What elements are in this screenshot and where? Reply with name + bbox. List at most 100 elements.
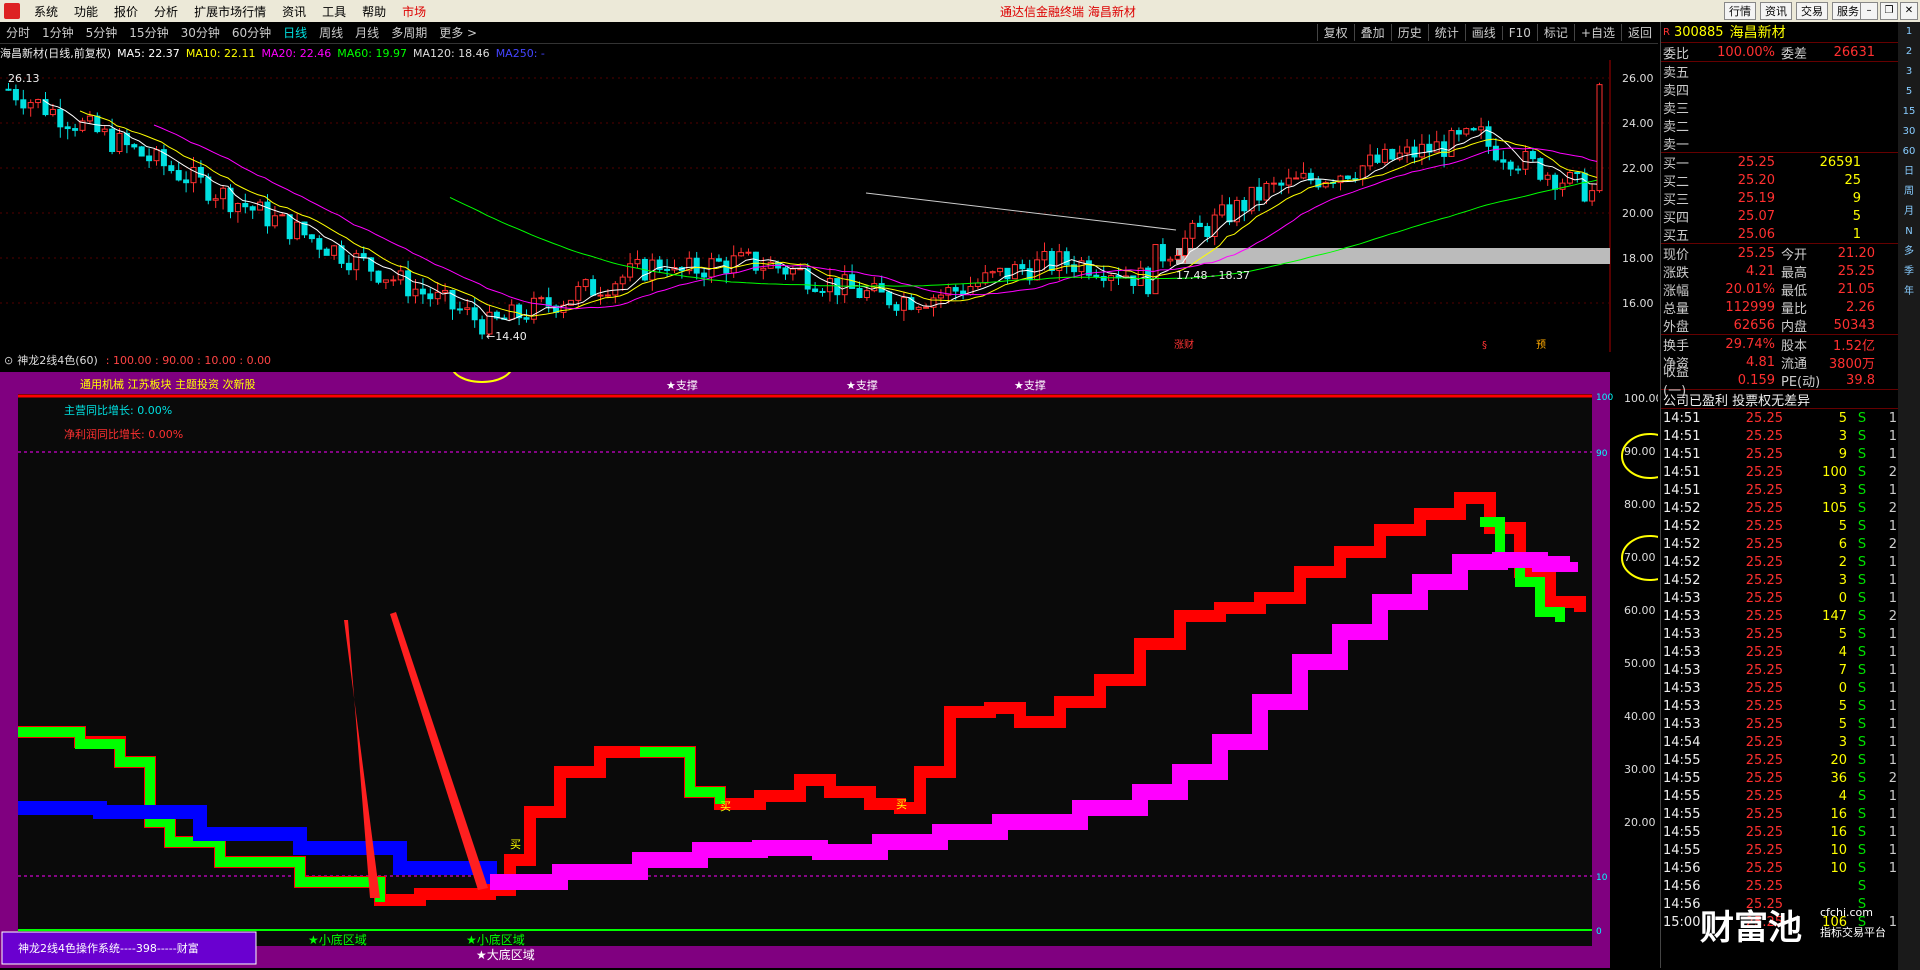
candle-body xyxy=(1189,222,1196,239)
menu-quote[interactable]: 报价 xyxy=(106,3,146,20)
growth-profit: 净利润同比增长: 0.00% xyxy=(64,427,183,441)
tick-cell: 14:52 xyxy=(1663,572,1701,588)
sell-label: 卖一 xyxy=(1663,137,1690,153)
side-icon[interactable]: 年 xyxy=(1901,284,1917,300)
tick-row: 14:52 25.25 6 S 2 xyxy=(1661,535,1920,553)
tick-cell: 25.25 xyxy=(1745,608,1783,624)
side-icon[interactable]: 季 xyxy=(1901,264,1917,280)
indicator-params: : 100.00 : 90.00 : 10.00 : 0.00 xyxy=(105,353,272,367)
period-more[interactable]: 更多 > xyxy=(433,24,483,41)
btn-jiaoyi[interactable]: 交易 xyxy=(1796,2,1828,20)
btn-tongji[interactable]: 统计 xyxy=(1427,24,1465,41)
side-icon[interactable]: 日 xyxy=(1901,164,1917,180)
support-label-3: ★支撑 xyxy=(1014,378,1046,392)
menu-system[interactable]: 系统 xyxy=(26,3,66,20)
tick-cell: 25.25 xyxy=(1745,806,1783,822)
side-icon[interactable]: 5 xyxy=(1901,84,1917,100)
collapse-icon[interactable]: ⊙ xyxy=(4,354,13,367)
tick-cell: S xyxy=(1857,590,1867,606)
tick-cell: 14:53 xyxy=(1663,662,1701,678)
close-icon[interactable]: ✕ xyxy=(1900,2,1918,20)
period-multi[interactable]: 多周期 xyxy=(385,24,433,41)
stat-label: 外盘 xyxy=(1663,319,1690,335)
kline-chart[interactable]: 26.00 24.00 22.00 20.00 18.00 16.00 26.13 ←14… xyxy=(0,60,1658,352)
tick-row: 14:51 25.25 3 S 1 xyxy=(1661,427,1920,445)
period-60min[interactable]: 60分钟 xyxy=(226,24,277,41)
app-logo xyxy=(4,3,20,19)
side-icon[interactable]: 周 xyxy=(1901,184,1917,200)
btn-hangqing[interactable]: 行情 xyxy=(1724,2,1756,20)
tick-row: 14:53 25.25 4 S 1 xyxy=(1661,643,1920,661)
period-30min[interactable]: 30分钟 xyxy=(175,24,226,41)
side-icon[interactable]: N xyxy=(1901,224,1917,240)
side-icon[interactable]: 多 xyxy=(1901,244,1917,260)
menu-help[interactable]: 帮助 xyxy=(354,3,394,20)
btn-diejia[interactable]: 叠加 xyxy=(1353,24,1391,41)
tick-row: 14:53 25.25 147 S 2 xyxy=(1661,607,1920,625)
stat-row: 现价 25.25 今开 21.20 xyxy=(1661,244,1920,263)
menu-news[interactable]: 资讯 xyxy=(274,3,314,20)
indicator-chart[interactable]: 100.00 90.00 80.00 70.00 60.00 50.00 40.00 30.0… xyxy=(0,372,1658,968)
minimize-icon[interactable]: – xyxy=(1860,2,1878,20)
period-1min[interactable]: 1分钟 xyxy=(36,24,80,41)
tick-cell: 4 xyxy=(1838,644,1847,660)
menu-function[interactable]: 功能 xyxy=(66,3,106,20)
tick-row: 14:56 25.25 S xyxy=(1661,877,1920,895)
tick-cell: 25.25 xyxy=(1745,770,1783,786)
side-icon[interactable]: 2 xyxy=(1901,44,1917,60)
menu-analysis[interactable]: 分析 xyxy=(146,3,186,20)
indicator-header: ⊙ 神龙2线4色(60) : 100.00 : 90.00 : 10.00 : … xyxy=(0,352,1608,368)
menu-ext-market[interactable]: 扩展市场行情 xyxy=(186,3,274,20)
indicator-ytick: 70.00 xyxy=(1624,551,1656,564)
tick-cell: 14:51 xyxy=(1663,446,1701,462)
candle-body xyxy=(841,274,848,296)
candle-body xyxy=(893,304,900,311)
menu-tools[interactable]: 工具 xyxy=(314,3,354,20)
menu-market[interactable]: 市场 xyxy=(394,3,434,20)
tick-cell: 1 xyxy=(1888,716,1897,732)
period-15min[interactable]: 15分钟 xyxy=(123,24,174,41)
btn-f10[interactable]: F10 xyxy=(1501,25,1537,40)
tick-list[interactable]: 14:51 25.25 5 S 1 14:51 25.25 3 S 1 14:51 25.25 9 S 1 1… xyxy=(1661,408,1920,931)
btn-biaoji[interactable]: 标记 xyxy=(1536,24,1574,41)
tick-cell: 14:55 xyxy=(1663,824,1701,840)
side-icon[interactable]: 月 xyxy=(1901,204,1917,220)
watermark-url: cfchi.com xyxy=(1820,906,1873,919)
candle-body xyxy=(1478,126,1485,131)
side-icon[interactable]: 30 xyxy=(1901,124,1917,140)
sell-label: 卖四 xyxy=(1663,83,1690,99)
tick-cell: 25.25 xyxy=(1745,734,1783,750)
candle-body xyxy=(1389,148,1396,160)
tick-cell: 1 xyxy=(1888,806,1897,822)
side-icon[interactable]: 3 xyxy=(1901,64,1917,80)
tick-cell: 25.25 xyxy=(1745,572,1783,588)
stat-value-2: 50343 xyxy=(1833,317,1875,333)
kline-ytick: 18.00 xyxy=(1622,252,1654,265)
stat-value-2: 25.25 xyxy=(1837,263,1875,279)
side-icon[interactable]: 60 xyxy=(1901,144,1917,160)
btn-huaxian[interactable]: 画线 xyxy=(1464,24,1502,41)
side-icon[interactable]: 15 xyxy=(1901,104,1917,120)
btn-lishi[interactable]: 历史 xyxy=(1390,24,1428,41)
indicator-name[interactable]: 神龙2线4色(60) xyxy=(17,352,98,368)
candle-body xyxy=(345,262,352,271)
ma5-label: MA5: 22.37 xyxy=(117,46,180,60)
sell-label: 卖二 xyxy=(1663,119,1690,135)
btn-zixun[interactable]: 资讯 xyxy=(1760,2,1792,20)
period-day[interactable]: 日线 xyxy=(277,24,313,41)
period-month[interactable]: 月线 xyxy=(349,24,385,41)
btn-zixuan[interactable]: +自选 xyxy=(1573,24,1621,41)
tick-cell: 9 xyxy=(1838,446,1847,462)
stat-value-2: 39.8 xyxy=(1846,372,1875,388)
ma60-label: MA60: 19.97 xyxy=(337,46,407,60)
side-icon[interactable]: 1 xyxy=(1901,24,1917,40)
period-week[interactable]: 周线 xyxy=(313,24,349,41)
weicha-value: 26631 xyxy=(1833,44,1875,60)
btn-fanhui[interactable]: 返回 xyxy=(1620,24,1658,41)
stat-label-2: PE(动) xyxy=(1781,374,1821,390)
btn-fuquan[interactable]: 复权 xyxy=(1316,24,1354,41)
tick-cell: 0 xyxy=(1838,680,1847,696)
period-5min[interactable]: 5分钟 xyxy=(80,24,124,41)
restore-icon[interactable]: ❐ xyxy=(1880,2,1898,20)
period-fenshi[interactable]: 分时 xyxy=(0,24,36,41)
